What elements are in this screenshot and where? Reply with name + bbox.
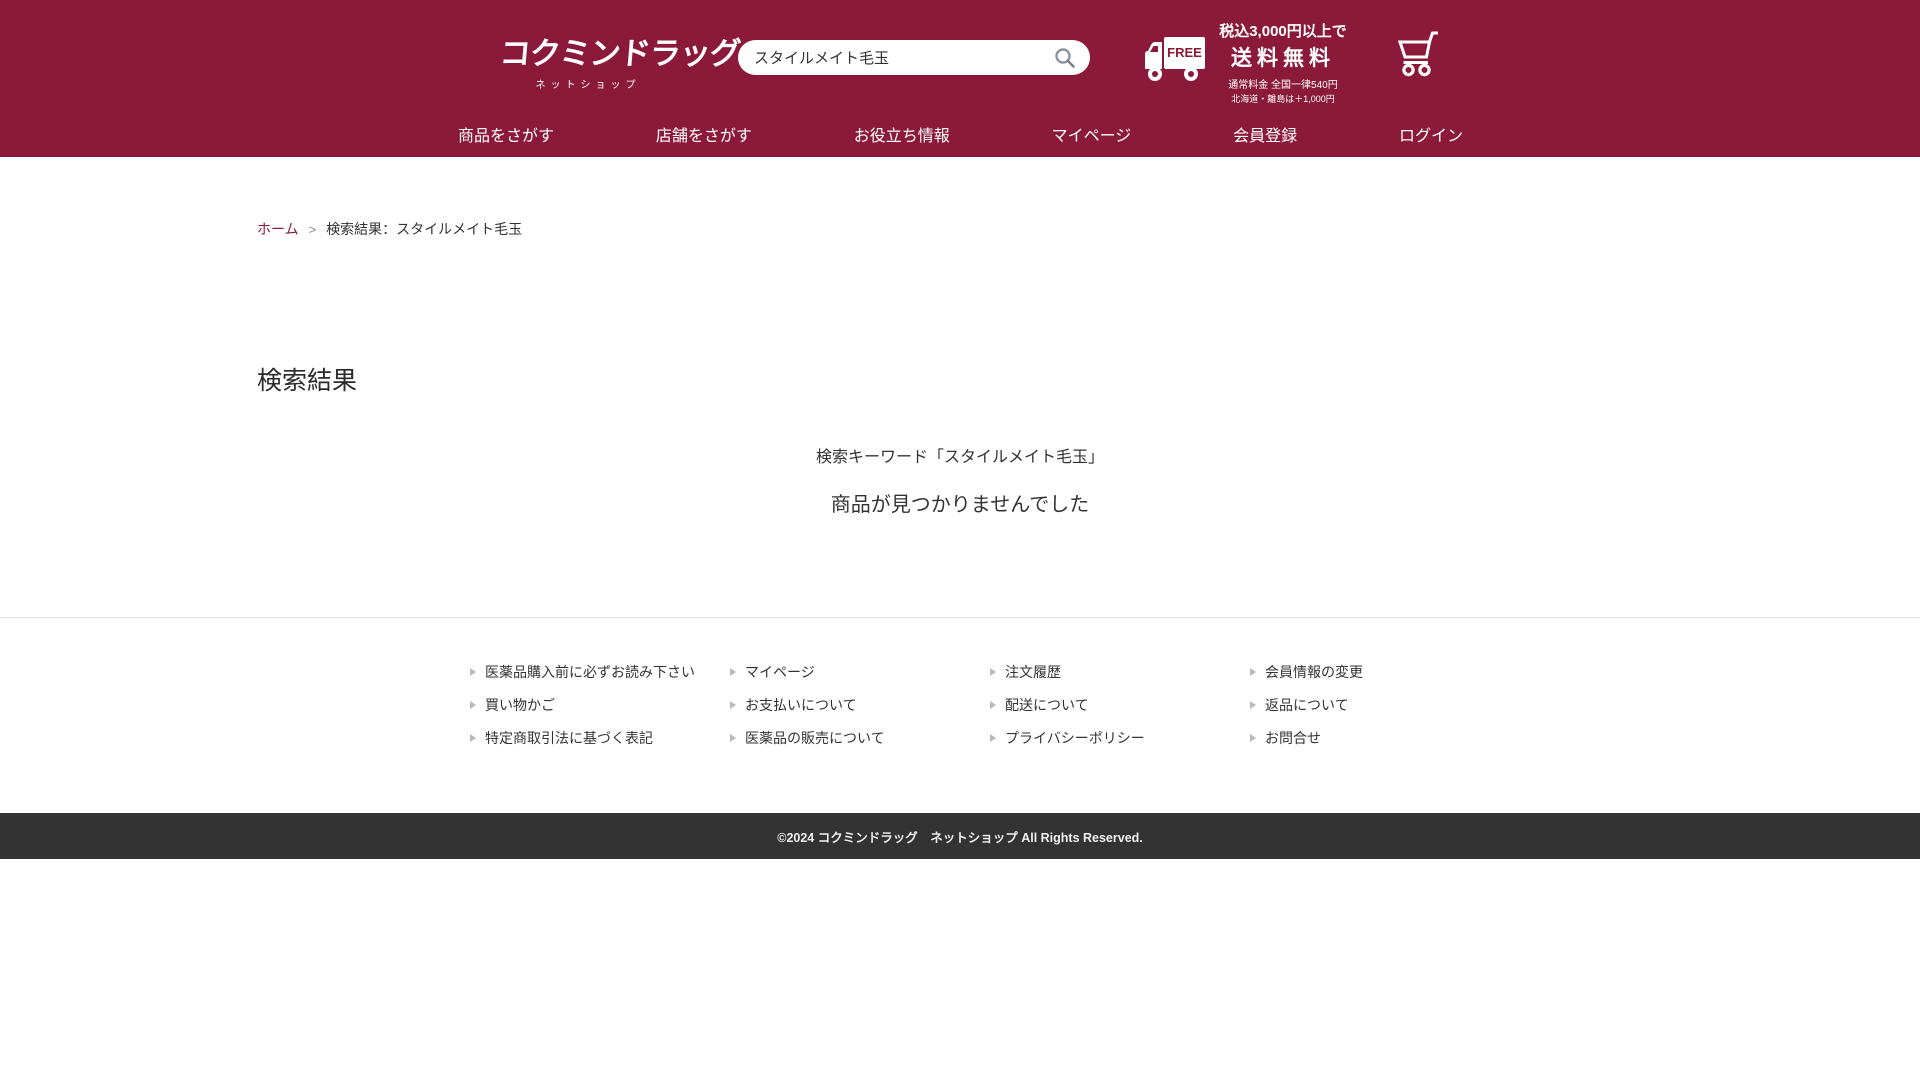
site-logo[interactable]: コクミンドラッグ ネットショップ: [500, 28, 676, 91]
breadcrumb-current: 検索結果：スタイルメイト毛玉: [326, 219, 522, 239]
footer-link-order-history[interactable]: 注文履歴: [990, 662, 1220, 681]
svg-text:FREE: FREE: [1167, 45, 1202, 60]
triangle-bullet-icon: [730, 701, 736, 709]
footer-link-member-info[interactable]: 会員情報の変更: [1250, 662, 1480, 681]
triangle-bullet-icon: [470, 701, 476, 709]
footer-link-shopping-cart[interactable]: 買い物かご: [470, 695, 700, 714]
nav-item-register[interactable]: 会員登録: [1233, 122, 1297, 146]
nav-item-login[interactable]: ログイン: [1399, 122, 1463, 146]
triangle-bullet-icon: [730, 734, 736, 742]
footer-link-privacy-policy[interactable]: プライバシーポリシー: [990, 728, 1220, 747]
footer-link-delivery[interactable]: 配送について: [990, 695, 1220, 714]
triangle-bullet-icon: [990, 734, 996, 742]
copyright-bar: ©2024 コクミンドラッグ ネットショップ All Rights Reserv…: [0, 813, 1920, 859]
footer-link-returns[interactable]: 返品について: [1250, 695, 1480, 714]
footer-links: 医薬品購入前に必ずお読み下さい 買い物かご 特定商取引法に基づく表記 マイページ: [440, 618, 1480, 761]
triangle-bullet-icon: [1250, 668, 1256, 676]
shipping-threshold: 税込3,000円以上で: [1215, 20, 1351, 41]
shipping-info-text: 税込3,000円以上で 送料無料 通常料金 全国一律540円 北海道・離島は＋1…: [1215, 20, 1351, 105]
shipping-free-label: 送料無料: [1215, 42, 1351, 72]
footer-link-drug-notice[interactable]: 医薬品購入前に必ずお読み下さい: [470, 662, 700, 681]
footer-link-payment[interactable]: お支払いについて: [730, 695, 960, 714]
footer-link-drug-sales[interactable]: 医薬品の販売について: [730, 728, 960, 747]
footer-link-commercial-law[interactable]: 特定商取引法に基づく表記: [470, 728, 700, 747]
nav-item-products[interactable]: 商品をさがす: [458, 122, 554, 146]
site-logo-subtitle: ネットショップ: [500, 76, 676, 91]
triangle-bullet-icon: [730, 668, 736, 676]
cart-icon: [1392, 29, 1444, 77]
footer-column-2: マイページ お支払いについて 医薬品の販売について: [700, 662, 960, 761]
breadcrumb-separator: >: [309, 222, 317, 237]
footer-link-contact[interactable]: お問合せ: [1250, 728, 1480, 747]
search-keyword-text: 検索キーワード「スタイルメイト毛玉」: [0, 443, 1920, 467]
search-box: [738, 40, 1090, 75]
search-icon: [1054, 47, 1076, 69]
nav-item-mypage[interactable]: マイページ: [1052, 122, 1132, 146]
site-footer: 医薬品購入前に必ずお読み下さい 買い物かご 特定商取引法に基づく表記 マイページ: [0, 617, 1920, 859]
page: コクミンドラッグ ネットショップ FREE: [0, 0, 1920, 1080]
free-shipping-banner: FREE 税込3,000円以上で 送料無料 通常料金 全国一律540円 北海道・…: [1143, 20, 1351, 105]
triangle-bullet-icon: [1250, 701, 1256, 709]
footer-column-1: 医薬品購入前に必ずお読み下さい 買い物かご 特定商取引法に基づく表記: [440, 662, 700, 761]
footer-column-4: 会員情報の変更 返品について お問合せ: [1220, 662, 1480, 761]
nav-item-stores[interactable]: 店舗をさがす: [656, 122, 752, 146]
nav-item-info[interactable]: お役立ち情報: [854, 122, 950, 146]
footer-link-mypage[interactable]: マイページ: [730, 662, 960, 681]
shipping-normal-fee: 通常料金 全国一律540円: [1215, 76, 1351, 91]
triangle-bullet-icon: [470, 668, 476, 676]
main-nav: 商品をさがす 店舗をさがす お役立ち情報 マイページ 会員登録 ログイン: [458, 122, 1463, 146]
search-results-section: 検索結果 検索キーワード「スタイルメイト毛玉」 商品が見つかりませんでした: [0, 361, 1920, 517]
triangle-bullet-icon: [470, 734, 476, 742]
footer-column-3: 注文履歴 配送について プライバシーポリシー: [960, 662, 1220, 761]
shipping-remote-fee: 北海道・離島は＋1,000円: [1215, 92, 1351, 105]
breadcrumb-home-link[interactable]: ホーム: [257, 219, 299, 239]
truck-free-icon: FREE: [1143, 32, 1207, 89]
site-header: コクミンドラッグ ネットショップ FREE: [0, 0, 1920, 157]
cart-button[interactable]: [1392, 29, 1444, 82]
triangle-bullet-icon: [990, 701, 996, 709]
search-button[interactable]: [1052, 45, 1078, 71]
no-results-message: 商品が見つかりませんでした: [0, 488, 1920, 517]
copyright-text: ©2024 コクミンドラッグ ネットショップ All Rights Reserv…: [777, 827, 1143, 846]
triangle-bullet-icon: [1250, 734, 1256, 742]
search-input[interactable]: [754, 49, 1052, 66]
triangle-bullet-icon: [990, 668, 996, 676]
breadcrumb: ホーム > 検索結果：スタイルメイト毛玉: [257, 219, 1920, 239]
page-title: 検索結果: [257, 361, 1920, 397]
site-logo-text: コクミンドラッグ: [498, 28, 678, 73]
